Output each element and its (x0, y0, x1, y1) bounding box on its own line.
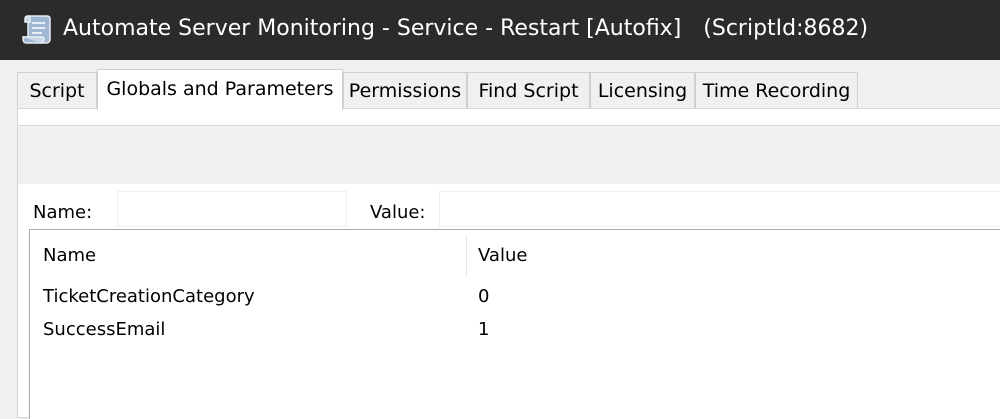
tab-licensing[interactable]: Licensing (590, 72, 695, 110)
column-header-value[interactable]: Value (478, 242, 527, 270)
window-title: Automate Server Monitoring - Service - R… (63, 14, 868, 44)
column-divider[interactable] (466, 236, 467, 276)
tab-permissions[interactable]: Permissions (343, 72, 467, 110)
title-bar: Automate Server Monitoring - Service - R… (0, 0, 1000, 60)
row-name-cell: SuccessEmail (43, 319, 166, 340)
row-value-cell: 0 (478, 286, 490, 307)
tab-globals-and-parameters[interactable]: Globals and Parameters (97, 69, 343, 111)
tab-time-recording[interactable]: Time Recording (695, 72, 858, 110)
value-field[interactable] (439, 191, 1000, 227)
tab-strip: Script Globals and Parameters Permission… (0, 60, 1000, 111)
script-scroll-icon (20, 13, 52, 47)
name-field[interactable] (117, 191, 347, 227)
window-title-text: Automate Server Monitoring - Service - R… (63, 16, 682, 41)
tab-script[interactable]: Script (17, 72, 97, 110)
toolbar-area (18, 125, 1000, 184)
row-name-cell: TicketCreationCategory (43, 286, 255, 307)
name-label: Name: (33, 202, 93, 223)
globals-panel: Name: Value: Name Value TicketCreationCa… (17, 108, 1000, 419)
parameters-list[interactable]: Name Value TicketCreationCategory 0 Succ… (29, 229, 1000, 419)
table-row[interactable]: SuccessEmail 1 (30, 315, 1000, 345)
tab-find-script[interactable]: Find Script (467, 72, 590, 110)
value-label: Value: (370, 202, 426, 223)
table-row[interactable]: TicketCreationCategory 0 (30, 282, 1000, 312)
row-value-cell: 1 (478, 319, 490, 340)
script-id-label: (ScriptId:8682) (703, 16, 869, 41)
column-header-name[interactable]: Name (43, 242, 96, 270)
